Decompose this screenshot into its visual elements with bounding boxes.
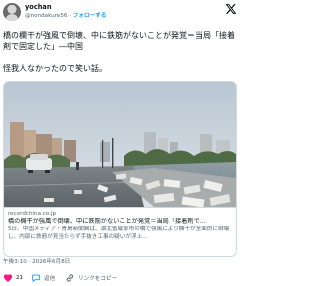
card-title: 橋の欄干が強風で倒壊、中に鉄筋がないことが発覚＝当局「接着剤で… [8,218,206,225]
tweet-header: yochan @nondakure56 · フォローする [0,0,240,24]
card-body[interactable]: recordchina.co.jp 橋の欄干が強風で倒壊、中に鉄筋がないことが発… [4,207,236,256]
heart-icon[interactable] [3,273,13,283]
like-button[interactable]: 21 [3,272,23,284]
copy-link-label: リンクをコピー [78,276,118,282]
copy-link-button[interactable]: リンクをコピー [65,272,117,284]
tweet-headline: 橋の欄干が強風で倒壊、中に鉄筋がないことが発覚＝当局「接着剤で固定した」―中国 [3,31,235,51]
card-image[interactable] [4,82,236,207]
card-domain: recordchina.co.jp [8,211,57,217]
tweet-comment: 怪我人なかったので笑い話。 [3,64,107,73]
x-logo-icon[interactable] [225,3,237,15]
reply-label: 返信 [44,276,56,282]
tweet-text: 橋の欄干が強風で倒壊、中に鉄筋がないことが発覚＝当局「接着剤で固定した」―中国 … [3,30,237,74]
handle[interactable]: @nondakure56 [25,13,67,19]
speech-bubble-icon[interactable] [31,273,41,283]
reply-button[interactable]: 返信 [31,272,55,284]
handle-line: @nondakure56 · フォローする [25,13,106,20]
follow-button[interactable]: フォローする [73,13,107,19]
link-icon[interactable] [65,273,75,283]
tweet-timestamp[interactable]: 午後3:10 · 2026年6月8日 [3,259,70,266]
display-name[interactable]: yochan [25,3,52,11]
link-card[interactable]: recordchina.co.jp 橋の欄干が強風で倒壊、中に鉄筋がないことが発… [3,81,237,257]
card-description: 5日、中国メディア・青島新聞網は、湖北省咸寧市の橋で強風により欄干が全面的に倒壊… [8,226,230,240]
action-bar: 21 返信 リンクをコピー [3,272,237,284]
avatar[interactable] [3,3,21,21]
like-count: 21 [16,275,24,281]
